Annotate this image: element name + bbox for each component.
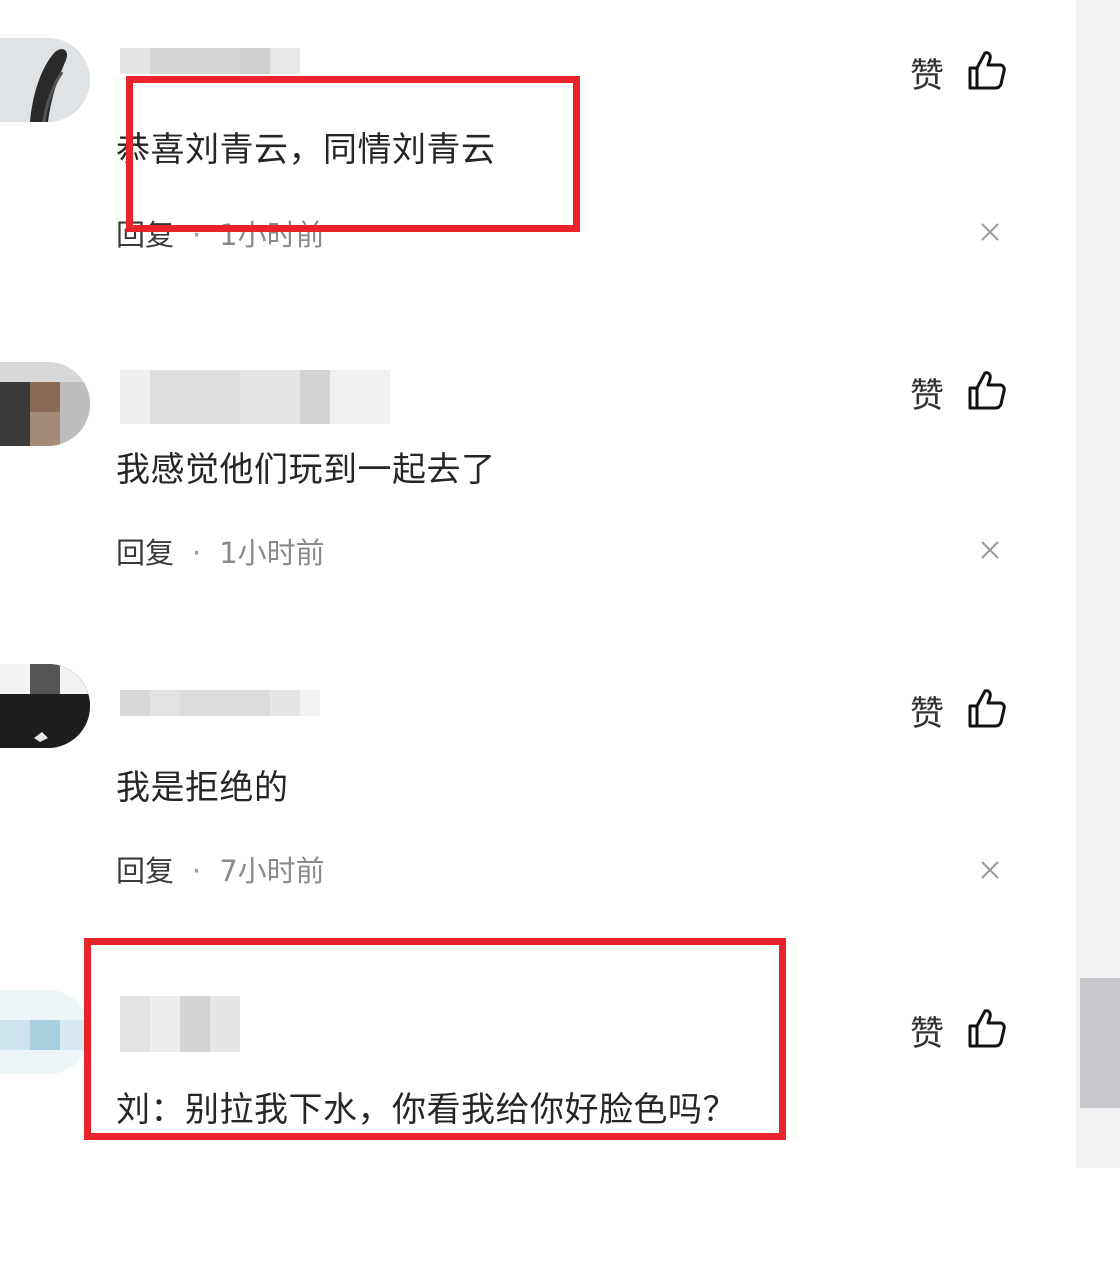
thumbs-up-icon[interactable]: [964, 1006, 1008, 1050]
avatar[interactable]: [0, 362, 90, 446]
thumbs-up-icon[interactable]: [964, 48, 1008, 92]
scrollbar-thumb[interactable]: [1080, 978, 1120, 1108]
like-label[interactable]: 赞: [910, 1006, 944, 1055]
comment-item: 我是拒绝的 赞 回复 · 7小时前: [0, 664, 1070, 968]
like-label[interactable]: 赞: [910, 368, 944, 417]
highlight-box: [84, 938, 786, 1140]
avatar[interactable]: [0, 664, 90, 748]
meta-separator: ·: [192, 536, 202, 570]
avatar-image: [0, 990, 90, 1074]
meta-separator: ·: [192, 854, 202, 888]
username-redacted: [120, 690, 320, 716]
comment-item: 我感觉他们玩到一起去了 赞 回复 · 1小时前: [0, 350, 1070, 650]
username-redacted: [120, 48, 300, 74]
reply-button[interactable]: 回复: [116, 854, 174, 888]
highlight-box: [126, 76, 580, 232]
thumbs-up-icon[interactable]: [964, 368, 1008, 412]
avatar-image: [0, 38, 90, 122]
comment-meta: 回复 · 7小时前: [116, 848, 325, 890]
close-icon[interactable]: [978, 220, 1002, 244]
avatar[interactable]: [0, 38, 90, 122]
comment-time: 1小时前: [219, 536, 325, 570]
comment-time: 7小时前: [219, 854, 325, 888]
comment-meta: 回复 · 1小时前: [116, 530, 325, 572]
close-icon[interactable]: [978, 858, 1002, 882]
reply-button[interactable]: 回复: [116, 536, 174, 570]
like-label[interactable]: 赞: [910, 686, 944, 735]
comment-text: 我感觉他们玩到一起去了: [116, 450, 496, 490]
username-redacted: [120, 370, 390, 424]
avatar[interactable]: [0, 990, 90, 1074]
close-icon[interactable]: [978, 538, 1002, 562]
avatar-image: [0, 362, 90, 446]
like-label[interactable]: 赞: [910, 48, 944, 97]
thumbs-up-icon[interactable]: [964, 686, 1008, 730]
avatar-image: [0, 664, 90, 748]
comment-text: 我是拒绝的: [116, 768, 289, 808]
